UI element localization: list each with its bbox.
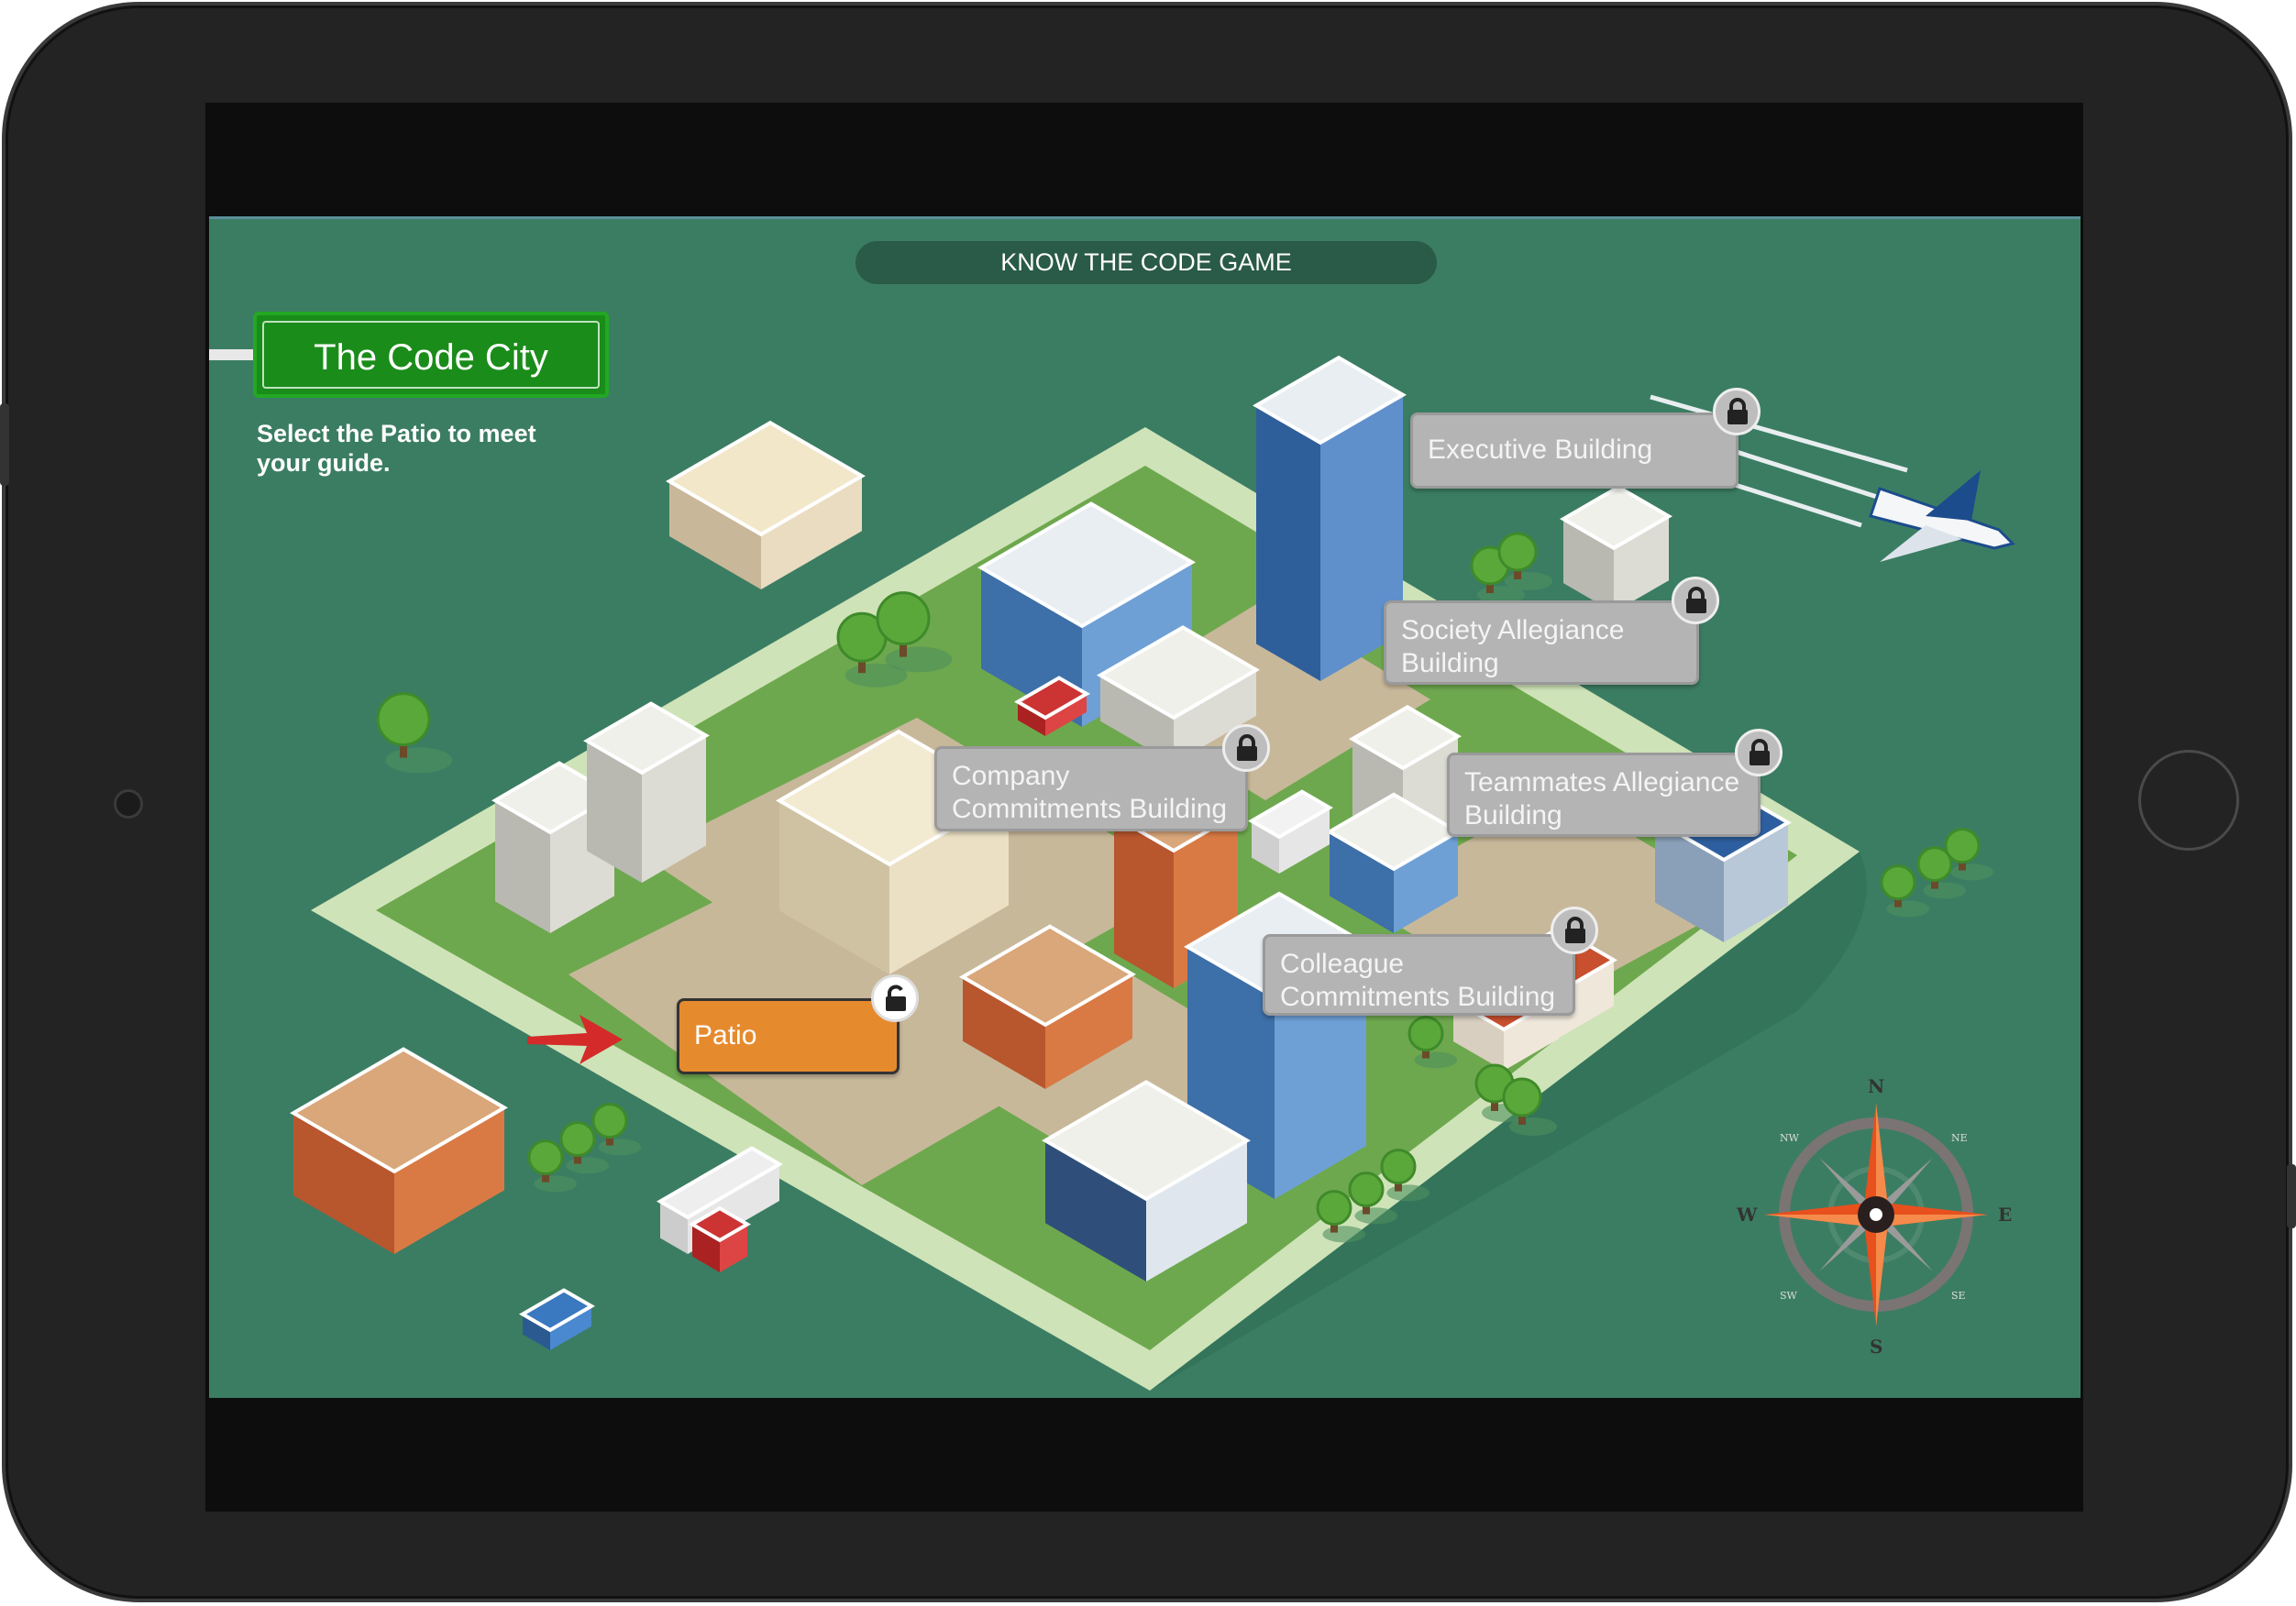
tree-shadow [885,646,953,673]
tree [1316,1190,1352,1226]
tree [1380,1149,1417,1185]
home-button[interactable] [2138,750,2239,851]
location-label: Teammates Allegiance Building [1464,767,1740,830]
location-label: Company Commitments Building [952,761,1228,824]
tree [1348,1172,1385,1208]
compass-southeast: SE [1951,1290,1966,1302]
tree [1880,864,1916,901]
tree [527,1139,564,1176]
lock-icon [1713,388,1761,435]
tree-shadow [1322,1226,1366,1243]
tree-shadow [385,747,453,774]
location-label: Patio [694,1020,757,1050]
location-executive-building[interactable]: Executive Building [1410,412,1739,489]
tree-shadow [1886,900,1930,918]
executive-building [1256,405,1320,681]
tree [559,1121,596,1158]
tree [376,692,431,747]
camera-icon [114,789,143,819]
tree-shadow [1509,1117,1557,1136]
tree-shadow [566,1157,610,1174]
airplane-wing [1926,470,1981,521]
compass-hub-dot [1870,1208,1882,1221]
location-label: Executive Building [1428,434,1653,465]
compass-north: N [1868,1075,1885,1097]
tree-shadow [598,1138,642,1156]
location-society-allegiance-building[interactable]: Society Allegiance Building [1384,600,1699,685]
compass-west: W [1737,1204,1758,1226]
side-button [0,403,9,486]
connector-line [209,349,253,360]
instruction-text: Select the Patio to meet your guide. [257,420,536,477]
tree-shadow [1950,864,1994,881]
tree-shadow [1505,572,1552,590]
location-colleague-commitments-building[interactable]: Colleague Commitments Building [1263,934,1575,1016]
tree [876,591,931,646]
lock-icon [1735,729,1783,776]
unlock-icon [871,974,919,1022]
game-title: KNOW THE CODE GAME [855,241,1437,284]
game-area: KNOW THE CODE GAME The Code City Select … [209,216,2081,1398]
lock-icon [1672,577,1719,624]
tree-shadow [1354,1207,1398,1225]
tree [1502,1077,1542,1117]
compass-south: S [1870,1336,1883,1358]
tree-shadow [534,1175,578,1193]
compass-northeast: NE [1951,1132,1968,1144]
lock-icon [1222,724,1270,772]
tree-shadow [1923,882,1967,899]
location-label: Colleague Commitments Building [1280,949,1556,1012]
location-company-commitments-building[interactable]: Company Commitments Building [934,746,1248,831]
tree-shadow [1414,1051,1458,1069]
side-button [2287,1164,2296,1228]
compass-east: E [1998,1204,2013,1226]
city-name-banner: The Code City [253,312,609,398]
tree [591,1103,628,1139]
tree [1497,532,1538,572]
compass-northwest: NW [1780,1132,1799,1144]
location-patio[interactable]: Patio [677,998,900,1074]
location-teammates-allegiance-building[interactable]: Teammates Allegiance Building [1447,753,1761,837]
lock-icon [1551,907,1598,954]
tree-shadow [1386,1184,1430,1202]
tree [1407,1016,1444,1052]
compass-southwest: SW [1780,1290,1797,1302]
location-label: Society Allegiance Building [1401,615,1625,678]
city-name: The Code City [262,321,600,389]
tree [1944,828,1981,864]
